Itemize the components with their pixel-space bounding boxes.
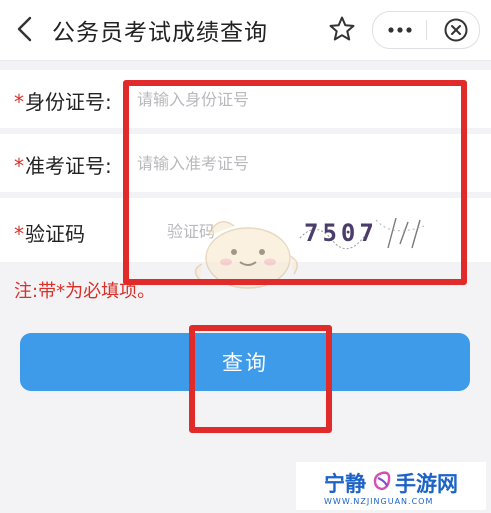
page-title: 公务员考试成绩查询 xyxy=(52,20,268,46)
watermark-url: WWW.NZJINGUAN.COM xyxy=(324,497,434,506)
watermark-text-left: 宁静 xyxy=(324,472,366,496)
more-icon[interactable] xyxy=(385,18,415,42)
star-icon[interactable] xyxy=(328,15,356,43)
ticket-number-row: *准考证号: xyxy=(0,134,491,192)
menu-capsule xyxy=(372,11,480,49)
ticket-number-label-text: 准考证号: xyxy=(25,154,112,178)
required-asterisk: * xyxy=(14,90,24,114)
required-asterisk: * xyxy=(14,222,24,246)
watermark-text-right: 手游网 xyxy=(395,472,458,496)
required-asterisk: * xyxy=(14,154,24,178)
captcha-code: 7507 xyxy=(304,219,378,247)
close-icon[interactable] xyxy=(443,17,469,43)
id-card-label: *身份证号: xyxy=(14,86,112,115)
capsule-divider xyxy=(426,20,427,40)
captcha-image[interactable]: 7507 xyxy=(296,208,428,254)
watermark-logo-icon xyxy=(373,471,391,491)
top-bar: 公务员考试成绩查询 xyxy=(0,0,491,61)
captcha-label: *验证码 xyxy=(14,218,85,247)
ticket-number-input[interactable] xyxy=(137,148,437,178)
ticket-number-label: *准考证号: xyxy=(14,150,112,179)
required-fields-note: 注:带*为必填项。 xyxy=(14,281,156,302)
id-card-input[interactable] xyxy=(137,84,437,114)
captcha-label-text: 验证码 xyxy=(25,222,85,246)
id-card-label-text: 身份证号: xyxy=(25,90,112,114)
mascot-image xyxy=(194,221,298,289)
back-icon[interactable] xyxy=(14,15,38,43)
site-watermark: 宁静 手游网 WWW.NZJINGUAN.COM xyxy=(296,462,486,510)
query-button[interactable]: 查询 xyxy=(20,333,470,391)
id-card-row: *身份证号: xyxy=(0,70,491,128)
